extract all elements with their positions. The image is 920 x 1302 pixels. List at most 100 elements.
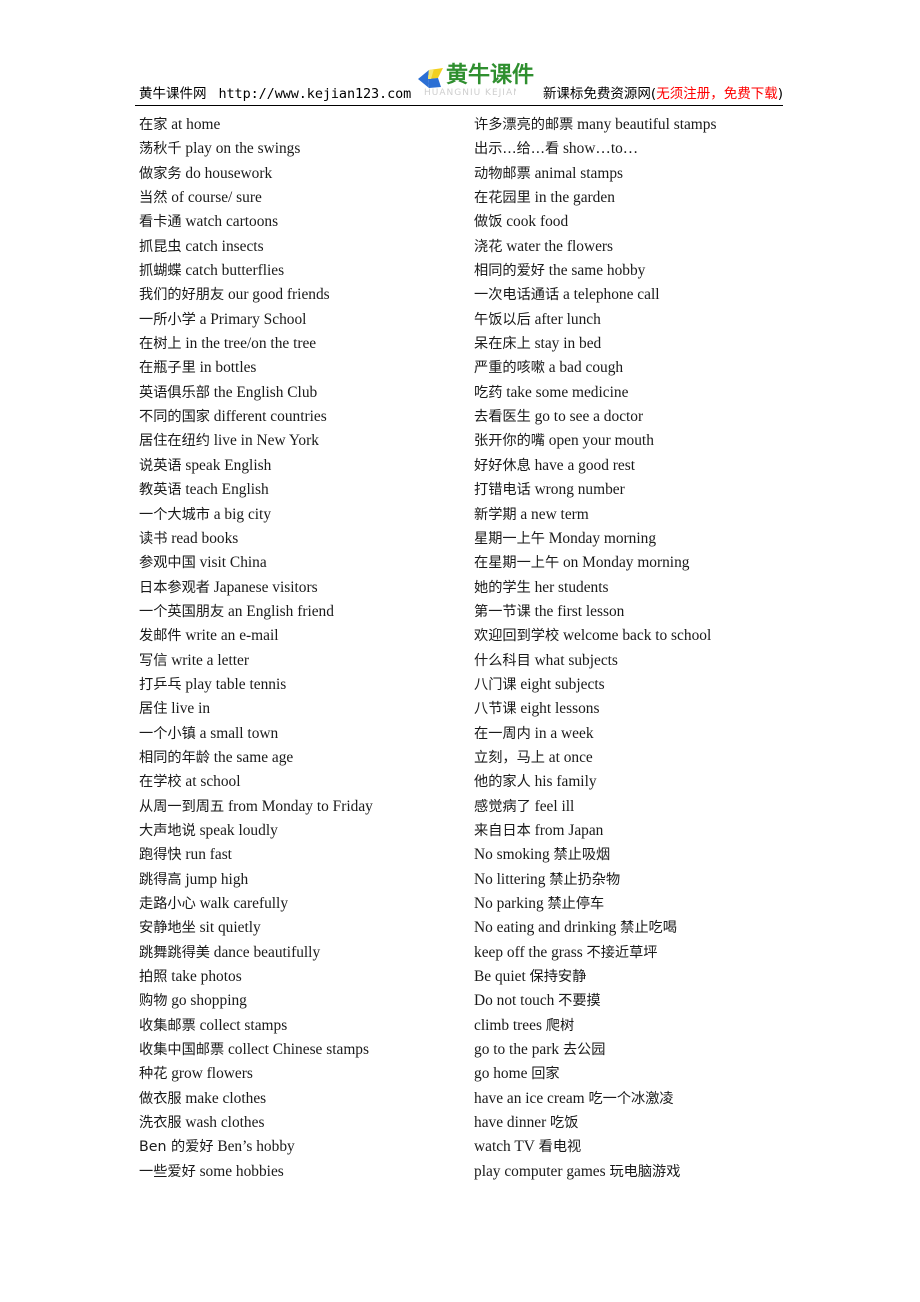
vocabulary-line: 八节课 eight lessons xyxy=(474,697,814,721)
vocabulary-english: welcome back to school xyxy=(562,627,712,645)
vocabulary-chinese: 跑得快 xyxy=(139,847,182,864)
vocabulary-english: go shopping xyxy=(171,992,247,1010)
vocabulary-english: the first lesson xyxy=(534,602,625,620)
vocabulary-english: our good friends xyxy=(227,286,330,304)
vocabulary-english: live in New York xyxy=(213,432,319,450)
vocabulary-english: in a week xyxy=(534,724,594,742)
vocabulary-line: 一个小镇 a small town xyxy=(139,722,469,746)
vocabulary-line: 写信 write a letter xyxy=(139,649,469,673)
vocabulary-chinese: 购物 xyxy=(139,993,168,1010)
vocabulary-english: from Japan xyxy=(534,821,604,839)
vocabulary-english: after lunch xyxy=(534,310,601,328)
vocabulary-english: a Primary School xyxy=(199,310,307,328)
vocabulary-line: 看卡通 watch cartoons xyxy=(139,210,469,234)
vocabulary-english: catch butterflies xyxy=(185,262,285,280)
vocabulary-chinese: 不同的国家 xyxy=(139,409,210,426)
vocabulary-chinese: 星期一上午 xyxy=(474,530,545,547)
vocabulary-chinese: 读书 xyxy=(139,530,168,547)
vocabulary-line: 做衣服 make clothes xyxy=(139,1087,469,1111)
vocabulary-line: go to the park 去公园 xyxy=(474,1038,814,1062)
vocabulary-english: Be quiet xyxy=(474,968,526,986)
vocabulary-english: watch TV xyxy=(474,1138,535,1156)
vocabulary-line: 安静地坐 sit quietly xyxy=(139,916,469,940)
vocabulary-english: on Monday morning xyxy=(562,554,690,572)
vocabulary-line: 参观中国 visit China xyxy=(139,551,469,575)
vocabulary-chinese: 禁止停车 xyxy=(547,896,605,912)
vocabulary-english: show…to… xyxy=(562,140,639,158)
vocabulary-line: 种花 grow flowers xyxy=(139,1062,469,1086)
vocabulary-line: 在家 at home xyxy=(139,113,469,137)
vocabulary-line: 浇花 water the flowers xyxy=(474,235,814,259)
vocabulary-line: 一个大城市 a big city xyxy=(139,503,469,527)
vocabulary-chinese: 保持安静 xyxy=(529,969,587,986)
vocabulary-english: cook food xyxy=(506,213,569,231)
vocabulary-english: some hobbies xyxy=(199,1162,284,1180)
vocabulary-line: 跳舞跳得美 dance beautifully xyxy=(139,941,469,965)
vocabulary-english: the same age xyxy=(213,748,294,766)
vocabulary-chinese: 打错电话 xyxy=(474,482,531,499)
vocabulary-chinese: 禁止吸烟 xyxy=(553,847,611,864)
vocabulary-english: different countries xyxy=(213,408,327,426)
vocabulary-line: 一所小学 a Primary School xyxy=(139,308,469,332)
vocabulary-line: 洗衣服 wash clothes xyxy=(139,1111,469,1135)
vocabulary-english: speak loudly xyxy=(199,821,278,839)
vocabulary-chinese: 说英语 xyxy=(139,457,182,474)
vocabulary-english: a new term xyxy=(520,505,589,523)
vocabulary-english: animal stamps xyxy=(534,164,624,182)
site-url: http://www.kejian123.com xyxy=(218,86,412,102)
vocabulary-english: watch cartoons xyxy=(185,213,279,231)
vocabulary-chinese: 吃药 xyxy=(474,384,503,401)
vocabulary-english: catch insects xyxy=(185,237,264,255)
vocabulary-chinese: 一次电话通话 xyxy=(474,287,560,304)
vocabulary-chinese: 来自日本 xyxy=(474,822,531,839)
vocabulary-chinese: 八节课 xyxy=(474,701,517,718)
vocabulary-line: 打错电话 wrong number xyxy=(474,478,814,502)
vocabulary-english: grow flowers xyxy=(171,1065,253,1083)
vocabulary-english: a bad cough xyxy=(548,359,624,377)
vocabulary-english: keep off the grass xyxy=(474,943,583,961)
vocabulary-chinese: 欢迎回到学校 xyxy=(474,628,560,645)
vocabulary-english: go to the park xyxy=(474,1041,560,1059)
vocabulary-chinese: 吃饭 xyxy=(550,1115,579,1132)
vocabulary-line: have an ice cream 吃一个冰激凌 xyxy=(474,1087,814,1111)
vocabulary-english: climb trees xyxy=(474,1016,542,1034)
vocabulary-english: No littering xyxy=(474,870,546,888)
vocabulary-chinese: 在瓶子里 xyxy=(139,360,196,377)
vocabulary-chinese: 在一周内 xyxy=(474,725,531,742)
header-divider xyxy=(135,105,783,106)
vocabulary-chinese: 教英语 xyxy=(139,482,182,499)
vocabulary-chinese: 她的学生 xyxy=(474,579,531,596)
vocabulary-chinese: 在花园里 xyxy=(474,190,531,207)
vocabulary-chinese: 爬树 xyxy=(545,1017,575,1034)
vocabulary-line: 相同的爱好 the same hobby xyxy=(474,259,814,283)
vocabulary-english: at home xyxy=(171,116,221,133)
vocabulary-chinese: 我们的好朋友 xyxy=(139,287,225,304)
tagline-prefix: 新课标免费资源网( xyxy=(542,86,657,102)
page-header: 黄牛课件网 http://www.kejian123.com 黄牛课件 HUANG… xyxy=(135,62,783,104)
vocabulary-english: visit China xyxy=(199,554,267,572)
vocabulary-line: 来自日本 from Japan xyxy=(474,819,814,843)
vocabulary-chinese: 去看医生 xyxy=(474,409,531,426)
vocabulary-english: go home xyxy=(474,1065,528,1083)
vocabulary-chinese: 做衣服 xyxy=(139,1090,182,1107)
vocabulary-english: run fast xyxy=(185,846,232,864)
vocabulary-chinese: 回家 xyxy=(531,1066,560,1083)
vocabulary-line: 欢迎回到学校 welcome back to school xyxy=(474,624,814,648)
vocabulary-line: 在星期一上午 on Monday morning xyxy=(474,551,814,575)
vocabulary-line: 当然 of course/ sure xyxy=(139,186,469,210)
vocabulary-line: 新学期 a new term xyxy=(474,503,814,527)
vocabulary-line: 午饭以后 after lunch xyxy=(474,308,814,332)
vocabulary-chinese: 安静地坐 xyxy=(139,920,196,937)
vocabulary-line: 不同的国家 different countries xyxy=(139,405,469,429)
vocabulary-english: do housework xyxy=(185,164,273,182)
vocabulary-chinese: 不接近草坪 xyxy=(586,944,658,961)
vocabulary-line: 严重的咳嗽 a bad cough xyxy=(474,356,814,380)
vocabulary-english: teach English xyxy=(185,481,269,499)
vocabulary-chinese: 一所小学 xyxy=(139,311,196,328)
vocabulary-line: 教英语 teach English xyxy=(139,478,469,502)
vocabulary-line: 在树上 in the tree/on the tree xyxy=(139,332,469,356)
vocabulary-english: have dinner xyxy=(474,1114,547,1132)
vocabulary-chinese: 居住 xyxy=(139,701,168,718)
vocabulary-line: 相同的年龄 the same age xyxy=(139,746,469,770)
vocabulary-line: 跑得快 run fast xyxy=(139,843,469,867)
